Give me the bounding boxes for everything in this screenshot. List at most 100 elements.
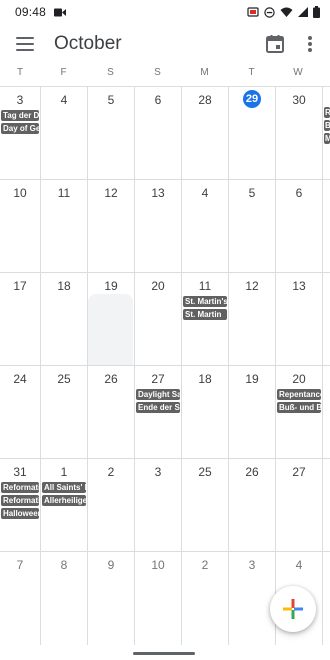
day-number: 30 bbox=[292, 93, 306, 107]
day-cell[interactable]: 11 St. Martin's Day St. Martin bbox=[181, 273, 228, 366]
event-chip[interactable]: St. Martin bbox=[183, 309, 227, 320]
day-number: 10 bbox=[13, 186, 27, 200]
day-number: 8 bbox=[60, 558, 68, 572]
menu-icon[interactable] bbox=[14, 34, 36, 54]
day-cell[interactable]: 7 bbox=[0, 552, 40, 645]
day-number: 4 bbox=[201, 186, 209, 200]
day-number: 13 bbox=[292, 279, 306, 293]
week-row: 10 11 12 13 4 5 6 bbox=[0, 179, 330, 273]
day-cell-partial[interactable] bbox=[322, 180, 330, 273]
day-cell[interactable]: 6 bbox=[134, 87, 181, 180]
day-cell[interactable]: 13 bbox=[134, 180, 181, 273]
day-cell-partial[interactable] bbox=[322, 366, 330, 459]
create-event-button[interactable] bbox=[270, 586, 316, 632]
event-chip[interactable]: Allerheiligen bbox=[42, 495, 86, 506]
day-cell[interactable]: 24 bbox=[0, 366, 40, 459]
gesture-nav-handle[interactable] bbox=[133, 652, 195, 655]
day-number: 26 bbox=[245, 465, 259, 479]
weekday-label: F bbox=[60, 67, 67, 78]
day-cell[interactable]: 18 bbox=[181, 366, 228, 459]
event-chip[interactable]: M bbox=[324, 133, 330, 144]
event-chip[interactable]: Ende der Sommerzeit bbox=[136, 402, 180, 413]
event-chip[interactable]: All Saints' Day bbox=[42, 482, 86, 493]
event-chip[interactable]: Day of German Unity bbox=[1, 123, 39, 134]
day-cell[interactable]: 9 bbox=[87, 552, 134, 645]
day-cell[interactable]: 27 bbox=[275, 459, 322, 552]
event-chip[interactable]: Reformationstag bbox=[1, 495, 39, 506]
event-chip[interactable]: Halloween bbox=[1, 508, 39, 519]
day-cell[interactable]: 3 bbox=[228, 552, 275, 645]
week-row: 17 18 19 20 11 St. Martin's Day St. Martin 12 13 bbox=[0, 272, 330, 366]
day-cell[interactable]: 4 bbox=[181, 180, 228, 273]
status-time: 09:48 bbox=[15, 5, 47, 19]
day-cell[interactable]: 25 bbox=[181, 459, 228, 552]
day-cell[interactable]: 6 bbox=[275, 180, 322, 273]
more-vert-icon[interactable] bbox=[300, 32, 320, 56]
weekday-label: W bbox=[293, 67, 303, 78]
week-row: 31Reformation DayReformationstagHallowee… bbox=[0, 458, 330, 552]
day-cell[interactable]: 19 bbox=[228, 366, 275, 459]
weekday-label: S bbox=[154, 67, 161, 78]
event-chip[interactable]: Reformation Day bbox=[1, 482, 39, 493]
day-cell[interactable]: 25 bbox=[40, 366, 87, 459]
event-chip[interactable]: R bbox=[324, 107, 330, 118]
day-cell[interactable]: 2 bbox=[181, 552, 228, 645]
month-title[interactable]: October bbox=[54, 33, 122, 55]
day-number: 12 bbox=[104, 186, 118, 200]
day-cell[interactable]: 28 bbox=[181, 87, 228, 180]
event-chip[interactable]: St. Martin's Day bbox=[183, 296, 227, 307]
day-cell[interactable]: 2 bbox=[87, 459, 134, 552]
day-number: 28 bbox=[198, 93, 212, 107]
event-chip[interactable]: Tag der Deutschen Einheit bbox=[1, 110, 39, 121]
day-cell[interactable]: 20 Repentance Day Buß- und Bettag bbox=[275, 366, 322, 459]
day-cell[interactable]: 17 bbox=[0, 273, 40, 366]
event-chip[interactable]: Repentance Day bbox=[277, 389, 321, 400]
day-cell[interactable]: 12 bbox=[87, 180, 134, 273]
day-cell[interactable]: 3 Tag der Deutschen Einheit Day of German … bbox=[0, 87, 40, 180]
week-row: 24 25 26 27 Daylight Saving Time ends Ende de… bbox=[0, 365, 330, 459]
day-number: 27 bbox=[151, 372, 165, 386]
event-chip[interactable]: Buß- und Bettag bbox=[277, 402, 321, 413]
day-number: 20 bbox=[151, 279, 165, 293]
day-cell-partial[interactable] bbox=[322, 273, 330, 366]
day-number: 19 bbox=[245, 372, 259, 386]
day-cell[interactable]: 5 bbox=[87, 87, 134, 180]
day-cell[interactable]: 13 bbox=[275, 273, 322, 366]
day-cell[interactable]: 26 bbox=[228, 459, 275, 552]
day-cell[interactable]: 10 bbox=[0, 180, 40, 273]
day-cell[interactable]: 26 bbox=[87, 366, 134, 459]
cell-signal-icon bbox=[298, 7, 308, 17]
day-cell[interactable]: 3 bbox=[134, 459, 181, 552]
day-cell[interactable]: 8 bbox=[40, 552, 87, 645]
day-cell[interactable]: 12 bbox=[228, 273, 275, 366]
day-cell-partial[interactable] bbox=[322, 552, 330, 645]
weekday-label: T bbox=[248, 67, 255, 78]
day-cell-partial[interactable]: RBM bbox=[322, 87, 330, 180]
day-number: 20 bbox=[292, 372, 306, 386]
day-cell[interactable]: 1 All Saints' Day Allerheiligen bbox=[40, 459, 87, 552]
event-chip[interactable]: Daylight Saving Time ends bbox=[136, 389, 180, 400]
day-cell[interactable]: 31 Reformation Day Reformationstag Hallowee… bbox=[0, 459, 40, 552]
day-number: 3 bbox=[154, 465, 162, 479]
day-cell[interactable]: 18 bbox=[40, 273, 87, 366]
day-cell[interactable]: 11 bbox=[40, 180, 87, 273]
event-chip[interactable]: B bbox=[324, 120, 330, 131]
day-number: 25 bbox=[198, 465, 212, 479]
day-number: 6 bbox=[295, 186, 303, 200]
day-cell-partial[interactable] bbox=[322, 459, 330, 552]
day-cell[interactable]: 30 bbox=[275, 87, 322, 180]
month-grid: 3 Tag der Deutschen Einheit Day of German … bbox=[0, 86, 330, 660]
day-number: 24 bbox=[13, 372, 27, 386]
day-cell[interactable]: 29 bbox=[228, 87, 275, 180]
weekday-header: T F S S M T W bbox=[0, 65, 330, 85]
day-cell[interactable]: 27 Daylight Saving Time ends Ende der Somm… bbox=[134, 366, 181, 459]
today-calendar-icon[interactable] bbox=[264, 33, 286, 55]
day-cell[interactable]: 5 bbox=[228, 180, 275, 273]
battery-icon bbox=[313, 6, 320, 18]
day-cell[interactable]: 19 bbox=[87, 273, 134, 366]
day-number: 2 bbox=[201, 558, 209, 572]
day-cell[interactable]: 20 bbox=[134, 273, 181, 366]
day-cell[interactable]: 10 bbox=[134, 552, 181, 645]
day-cell[interactable]: 4 bbox=[40, 87, 87, 180]
weekday-label: T bbox=[16, 67, 24, 78]
